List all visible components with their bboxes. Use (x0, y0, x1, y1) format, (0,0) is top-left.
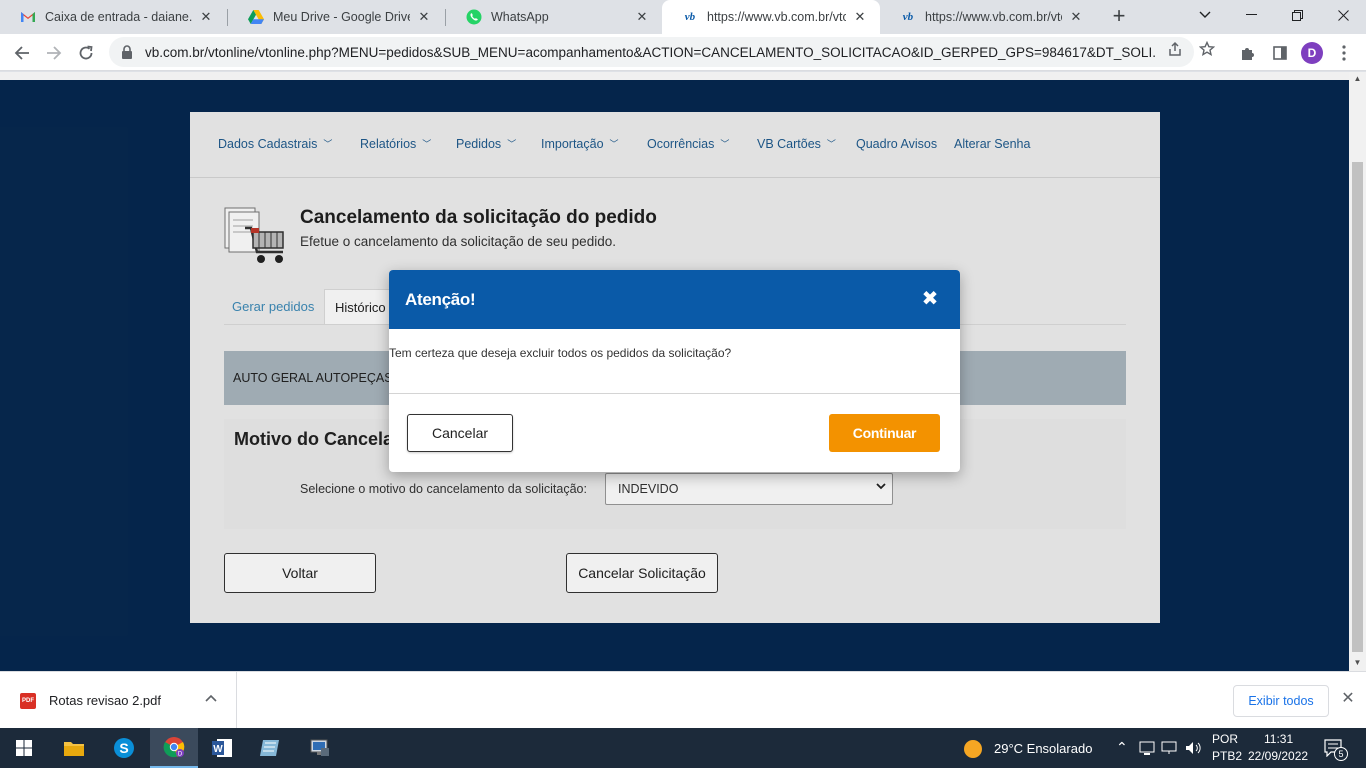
address-bar[interactable]: vb.com.br/vtonline/vtonline.php?MENU=ped… (109, 37, 1194, 67)
url-text: vb.com.br/vtonline/vtonline.php?MENU=ped… (145, 44, 1155, 60)
svg-text:D: D (178, 752, 183, 758)
scrollbar-thumb[interactable] (1352, 162, 1363, 652)
browser-tab-strip: Caixa de entrada - daiane.rodrigues ✕ Me… (0, 0, 1366, 34)
close-window-button[interactable] (1320, 0, 1366, 30)
scroll-up-arrow-icon[interactable]: ▲ (1349, 72, 1366, 86)
weather-text[interactable]: 29°C Ensolarado (994, 741, 1092, 756)
gmail-icon (20, 9, 36, 25)
file-explorer-icon[interactable] (50, 728, 98, 768)
side-panel-icon[interactable] (1270, 43, 1290, 63)
back-arrow-icon[interactable] (9, 40, 35, 66)
keyboard-layout[interactable]: PTB2 (1212, 749, 1242, 763)
notification-count-badge: 5 (1334, 747, 1348, 761)
language-indicator[interactable]: POR (1212, 732, 1238, 746)
dialog-divider (389, 393, 960, 394)
vb-icon: vb (902, 11, 914, 23)
close-tab-icon[interactable]: ✕ (852, 9, 868, 25)
chevron-up-icon[interactable] (205, 690, 217, 705)
close-tab-icon[interactable]: ✕ (1068, 9, 1084, 25)
confirm-dialog: Atenção! ✖ Tem certeza que deseja exclui… (389, 270, 960, 472)
extensions-puzzle-icon[interactable] (1238, 43, 1258, 63)
download-filename: Rotas revisao 2.pdf (49, 693, 162, 708)
windows-start-icon[interactable] (0, 728, 48, 768)
word-icon[interactable]: W (198, 728, 246, 768)
clock-time[interactable]: 11:31 (1264, 732, 1293, 746)
svg-text:S: S (119, 740, 128, 756)
pdf-file-icon: PDF (20, 693, 36, 709)
dialog-continue-button[interactable]: Continuar (829, 414, 940, 452)
scroll-down-arrow-icon[interactable]: ▼ (1349, 656, 1366, 670)
whatsapp-icon (466, 9, 482, 25)
tab-gmail[interactable]: Caixa de entrada - daiane.rodrigues ✕ (0, 0, 226, 34)
share-icon[interactable] (1166, 41, 1184, 59)
tab-title: https://www.vb.com.br/vtonline (925, 10, 1062, 24)
close-tab-icon[interactable]: ✕ (198, 9, 214, 25)
reload-icon[interactable] (73, 40, 99, 66)
sun-weather-icon[interactable] (964, 740, 982, 758)
menu-kebab-icon[interactable] (1334, 43, 1354, 63)
tab-google-drive[interactable]: Meu Drive - Google Drive ✕ (228, 0, 444, 34)
dialog-title: Atenção! (405, 290, 476, 309)
bookmark-star-icon[interactable] (1198, 40, 1216, 59)
close-downloads-icon[interactable]: ✕ (1338, 689, 1358, 709)
skype-icon[interactable]: S (100, 728, 148, 768)
tab-title: Meu Drive - Google Drive (273, 10, 410, 24)
tab-title: Caixa de entrada - daiane.rodrigues (45, 10, 192, 24)
tab-title: https://www.vb.com.br/vtonline (707, 10, 846, 24)
tab-vb-active[interactable]: vb https://www.vb.com.br/vtonline ✕ (662, 0, 880, 34)
notepad-icon[interactable] (246, 728, 294, 768)
clock-date[interactable]: 22/09/2022 (1248, 749, 1308, 763)
dialog-message: Tem certeza que deseja excluir todos os … (389, 346, 732, 360)
chrome-taskbar-icon[interactable]: D (150, 728, 198, 768)
vb-icon: vb (684, 11, 696, 23)
download-item[interactable]: PDF Rotas revisao 2.pdf (0, 672, 237, 729)
tab-search-chevron-icon[interactable] (1182, 0, 1228, 30)
new-tab-button[interactable]: + (1107, 5, 1131, 29)
tab-vb[interactable]: vb https://www.vb.com.br/vtonline ✕ (880, 0, 1096, 34)
tab-whatsapp[interactable]: WhatsApp ✕ (446, 0, 662, 34)
dialog-header: Atenção! ✖ (389, 270, 960, 329)
monitor-icon[interactable] (1161, 740, 1177, 761)
browser-toolbar: vb.com.br/vtonline/vtonline.php?MENU=ped… (0, 34, 1366, 71)
volume-icon[interactable] (1185, 740, 1203, 761)
forward-arrow-icon[interactable] (41, 40, 67, 66)
minimize-button[interactable] (1228, 0, 1274, 30)
close-tab-icon[interactable]: ✕ (416, 9, 432, 25)
google-drive-icon (248, 9, 264, 25)
network-icon[interactable] (1139, 740, 1155, 761)
close-tab-icon[interactable]: ✕ (634, 9, 650, 25)
tab-title: WhatsApp (491, 10, 549, 24)
restore-button[interactable] (1274, 0, 1320, 30)
windows-taskbar: S D W 29°C Ensolarado ⌃ POR PTB2 11:31 2… (0, 728, 1366, 768)
svg-text:W: W (213, 744, 223, 755)
dialog-cancel-button[interactable]: Cancelar (407, 414, 513, 452)
profile-avatar[interactable]: D (1301, 42, 1323, 64)
close-icon[interactable]: ✖ (919, 288, 941, 310)
page-scrollbar[interactable]: ▲ ▼ (1349, 72, 1366, 671)
lock-icon[interactable] (121, 45, 135, 59)
chevron-up-icon[interactable]: ⌃ (1116, 739, 1128, 756)
remote-desktop-icon[interactable] (296, 728, 344, 768)
show-all-downloads-button[interactable]: Exibir todos (1233, 685, 1329, 717)
downloads-bar: PDF Rotas revisao 2.pdf Exibir todos ✕ (0, 671, 1366, 729)
